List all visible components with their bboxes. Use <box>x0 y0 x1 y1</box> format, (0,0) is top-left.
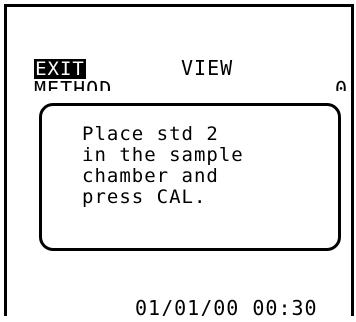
method-label: METHOD <box>34 78 113 91</box>
exit-softkey-button[interactable]: EXIT <box>34 59 86 79</box>
lcd-screen: EXIT VIEW METHOD 0 Place std 2 in the sa… <box>4 4 354 320</box>
instruction-line-3: chamber and <box>82 165 219 187</box>
instruction-line-2: in the sample <box>82 144 244 166</box>
screen-bottom-edge <box>4 316 354 322</box>
instruction-line-4: press CAL. <box>82 186 207 208</box>
instruction-message: Place std 2 in the sample chamber and pr… <box>82 124 244 208</box>
method-value: 0 <box>335 78 349 91</box>
instruction-line-1: Place std 2 <box>82 123 219 145</box>
mode-title: VIEW <box>181 56 234 80</box>
device-display-frame: EXIT VIEW METHOD 0 Place std 2 in the sa… <box>0 0 356 322</box>
instruction-dialog: Place std 2 in the sample chamber and pr… <box>39 103 341 251</box>
